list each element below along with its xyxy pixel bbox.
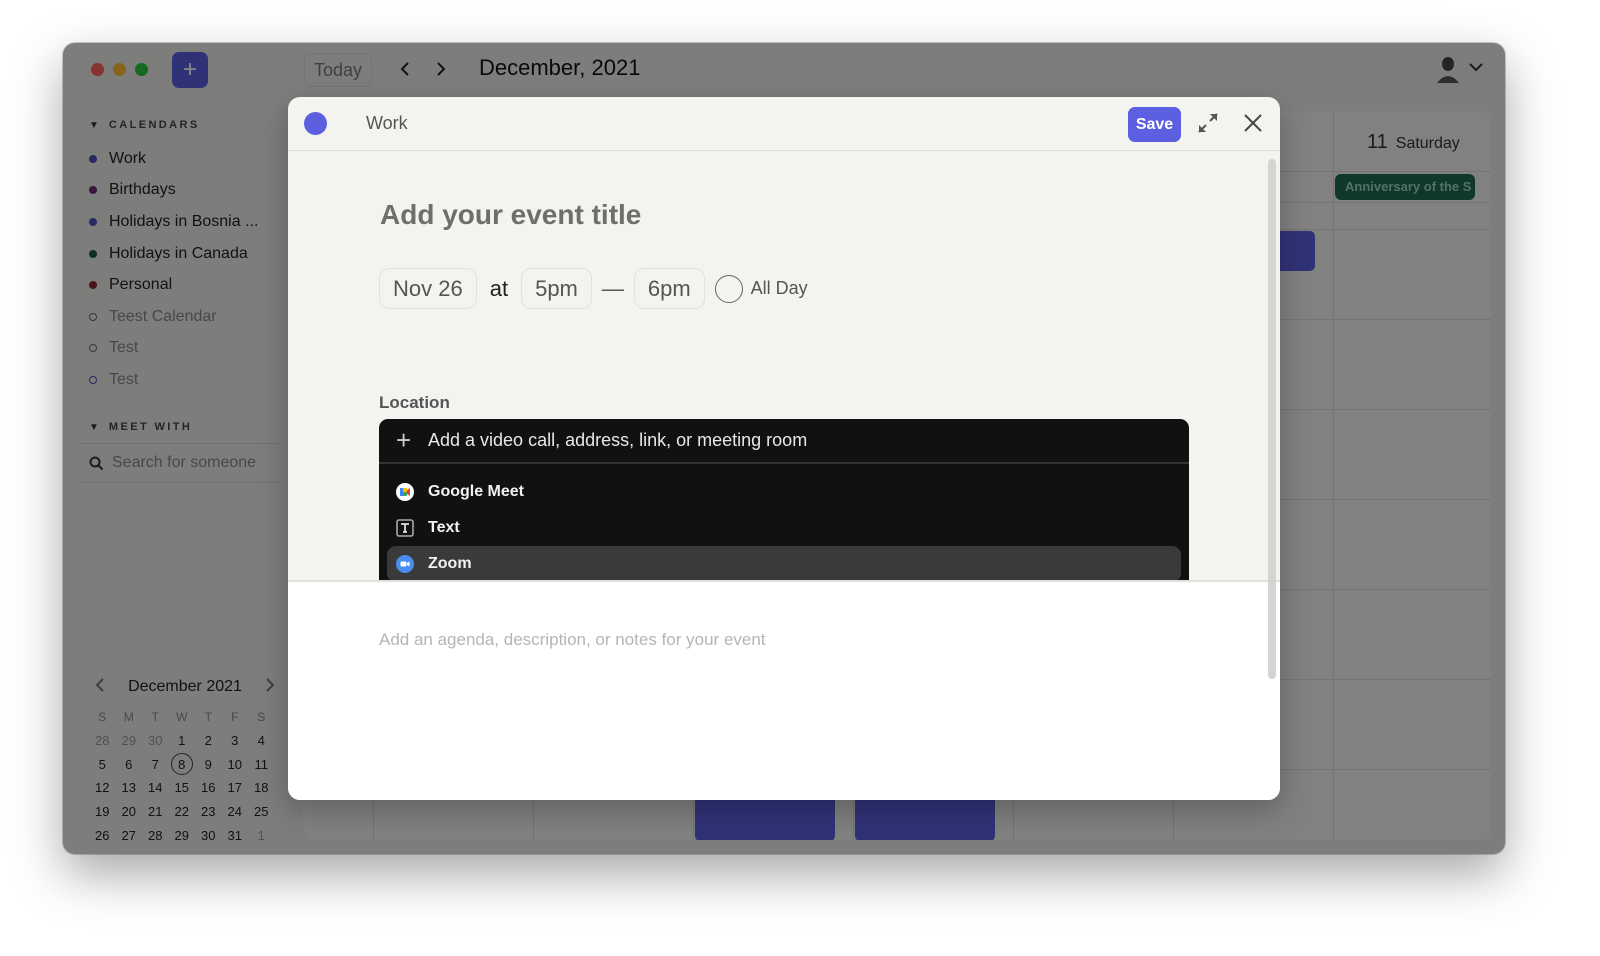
notes-area[interactable]: Add an agenda, description, or notes for…: [288, 580, 1280, 800]
location-input[interactable]: + Add a video call, address, link, or me…: [379, 419, 1189, 464]
location-label: Location: [379, 393, 450, 412]
date-time-row: Nov 26 at 5pm — 6pm All Day: [379, 268, 808, 309]
dialog-scrollbar[interactable]: [1268, 159, 1276, 679]
notes-placeholder: Add an agenda, description, or notes for…: [379, 630, 766, 649]
google-meet-icon: [396, 483, 414, 501]
option-label: Zoom: [428, 555, 472, 572]
option-label: Google Meet: [428, 483, 525, 500]
event-title-input[interactable]: Add your event title: [380, 199, 641, 231]
app-window: + Today December, 2021 ▼ CALENDARS Work B…: [63, 43, 1505, 854]
time-separator: —: [601, 275, 624, 301]
all-day-label: All Day: [750, 278, 808, 298]
dialog-header: Work Save: [288, 97, 1280, 151]
new-event-dialog: Work Save Add your event title Nov 26 at…: [288, 97, 1280, 800]
location-option-google-meet[interactable]: Google Meet: [379, 474, 1181, 510]
close-button[interactable]: [1241, 111, 1265, 135]
location-option-zoom[interactable]: Zoom: [387, 546, 1181, 582]
location-placeholder: Add a video call, address, link, or meet…: [428, 430, 808, 450]
expand-button[interactable]: [1196, 111, 1220, 135]
expand-icon: [1198, 113, 1218, 133]
text-icon: [396, 519, 414, 537]
at-label: at: [489, 275, 509, 301]
dialog-body: Add your event title Nov 26 at 5pm — 6pm…: [288, 151, 1280, 591]
calendar-color-swatch[interactable]: [304, 112, 327, 135]
save-button[interactable]: Save: [1128, 107, 1181, 142]
end-time-field[interactable]: 6pm: [633, 268, 705, 309]
location-dropdown: + Add a video call, address, link, or me…: [379, 419, 1189, 591]
all-day-toggle[interactable]: [714, 274, 743, 303]
start-time-field[interactable]: 5pm: [521, 268, 592, 309]
close-icon: [1244, 114, 1262, 132]
date-field[interactable]: Nov 26: [379, 268, 477, 309]
location-option-text[interactable]: Text: [379, 510, 1181, 546]
option-label: Text: [428, 519, 460, 536]
zoom-icon: [396, 555, 414, 573]
calendar-selector[interactable]: Work: [366, 113, 408, 134]
plus-icon: +: [396, 425, 412, 455]
